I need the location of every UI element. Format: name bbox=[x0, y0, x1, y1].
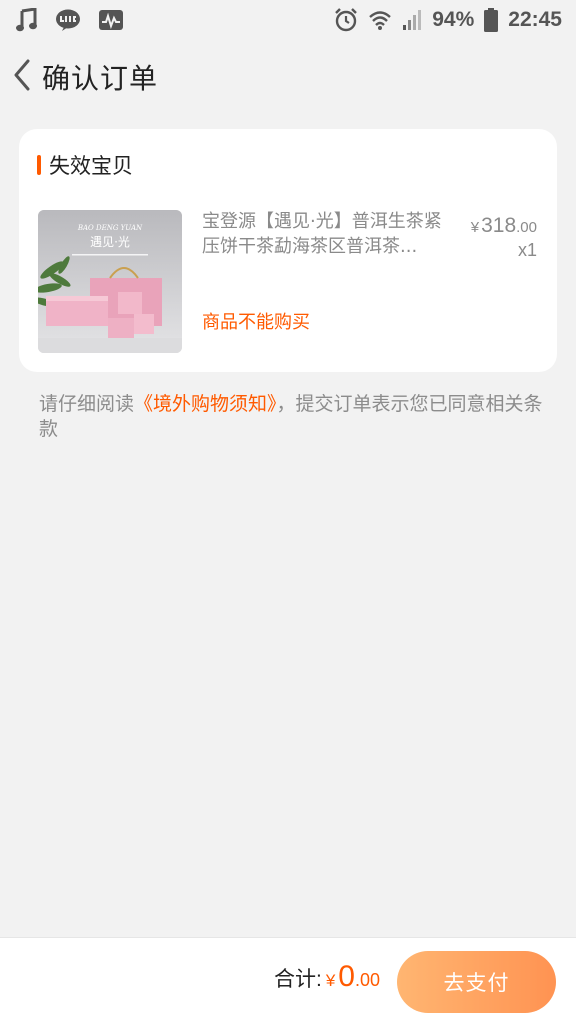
order-total: 合计: ¥ 0 .00 bbox=[274, 960, 380, 994]
price-currency: ¥ bbox=[470, 219, 480, 236]
section-title: 失效宝贝 bbox=[37, 149, 133, 181]
battery-icon bbox=[484, 8, 499, 32]
chevron-left-icon bbox=[12, 59, 32, 95]
wifi-icon bbox=[368, 8, 392, 32]
total-integer: 0 bbox=[338, 960, 355, 993]
pay-button[interactable]: 去支付 bbox=[397, 951, 556, 1013]
notice-prefix: 请仔细阅读 bbox=[39, 393, 135, 415]
terms-notice: 请仔细阅读《境外购物须知》，提交订单表示您已同意相关条款 bbox=[39, 392, 544, 442]
clock-time: 22:45 bbox=[508, 8, 562, 31]
status-left-icons bbox=[16, 8, 124, 32]
music-note-icon bbox=[16, 8, 38, 32]
product-title[interactable]: 宝登源【遇见·光】普洱生茶紧压饼干茶勐海茶区普洱茶... bbox=[202, 209, 452, 259]
product-price: ¥ 318 .00 bbox=[471, 214, 537, 238]
total-label: 合计: bbox=[273, 968, 322, 991]
pulse-monitor-icon bbox=[98, 9, 124, 31]
section-title-label: 失效宝贝 bbox=[49, 154, 133, 178]
product-image-brand-en: BAO DENG YUAN bbox=[77, 224, 143, 232]
page-title: 确认订单 bbox=[42, 62, 159, 95]
product-quantity: x1 bbox=[517, 240, 537, 260]
product-image[interactable]: BAO DENG YUAN 遇见·光 bbox=[38, 210, 182, 353]
line-app-icon bbox=[56, 9, 80, 31]
product-unavailable-status: 商品不能购买 bbox=[202, 312, 310, 333]
total-currency: ¥ bbox=[325, 971, 336, 990]
section-accent-bar bbox=[37, 155, 41, 175]
battery-percent: 94% bbox=[432, 8, 475, 31]
price-integer: 318 bbox=[481, 214, 517, 237]
alarm-clock-icon bbox=[334, 8, 358, 32]
price-decimal: .00 bbox=[516, 219, 537, 236]
total-decimal: .00 bbox=[354, 970, 380, 990]
top-nav: 确认订单 bbox=[0, 44, 576, 110]
invalid-items-card: 失效宝贝 BAO DENG YUAN 遇见·光 宝登源【遇见·光】普洱生茶紧压饼… bbox=[19, 129, 557, 372]
status-bar: 94% 22:45 bbox=[0, 0, 576, 40]
cell-signal-icon bbox=[402, 9, 422, 31]
back-button[interactable] bbox=[4, 55, 40, 99]
product-image-brand-cn: 遇见·光 bbox=[90, 235, 130, 249]
status-right-icons: 94% 22:45 bbox=[334, 8, 562, 32]
cross-border-terms-link[interactable]: 《境外购物须知》 bbox=[134, 393, 277, 415]
bottom-checkout-bar: 合计: ¥ 0 .00 去支付 bbox=[0, 937, 576, 1024]
